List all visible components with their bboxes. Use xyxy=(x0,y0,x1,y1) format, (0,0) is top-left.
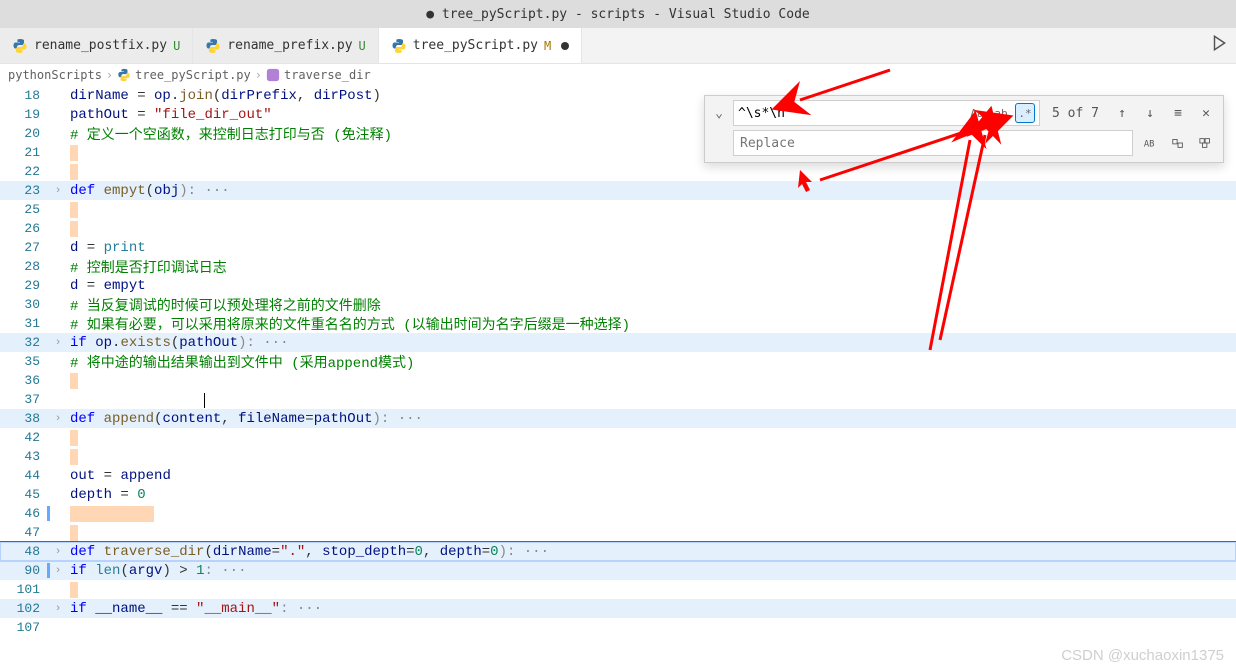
next-match-icon[interactable]: ↓ xyxy=(1139,102,1161,124)
search-match xyxy=(70,164,78,180)
search-match xyxy=(70,430,78,446)
line-number: 42 xyxy=(0,430,50,445)
editor-tab-2[interactable]: tree_pyScript.py M xyxy=(379,28,582,63)
line-number: 37 xyxy=(0,392,50,407)
close-icon[interactable]: ✕ xyxy=(1195,102,1217,124)
search-match xyxy=(70,145,78,161)
line-number: 31 xyxy=(0,316,50,331)
python-icon xyxy=(117,68,131,82)
svg-text:AB: AB xyxy=(1144,140,1155,150)
search-match xyxy=(70,449,78,465)
python-icon xyxy=(391,38,407,54)
fold-icon[interactable]: › xyxy=(50,565,66,577)
previous-match-icon[interactable]: ↑ xyxy=(1111,102,1133,124)
line-number: 38 xyxy=(0,411,50,426)
breadcrumb-file[interactable]: tree_pyScript.py xyxy=(135,68,251,82)
vcs-badge: U xyxy=(359,39,366,53)
replace-one-icon[interactable] xyxy=(1167,132,1189,154)
line-number: 102 xyxy=(0,601,50,616)
line-number: 48 xyxy=(0,544,50,559)
line-number: 47 xyxy=(0,525,50,540)
run-icon[interactable] xyxy=(1210,34,1228,52)
python-icon xyxy=(205,38,221,54)
match-count: 5 of 7 xyxy=(1046,106,1105,121)
line-number: 90 xyxy=(0,563,50,578)
line-number: 22 xyxy=(0,164,50,179)
line-number: 25 xyxy=(0,202,50,217)
line-number: 107 xyxy=(0,620,50,635)
fold-icon[interactable]: › xyxy=(50,185,66,197)
line-number: 44 xyxy=(0,468,50,483)
line-number: 20 xyxy=(0,126,50,141)
line-number: 19 xyxy=(0,107,50,122)
search-match xyxy=(70,525,78,541)
search-input-wrapper: Aa ab .* xyxy=(733,100,1040,126)
tab-label: rename_postfix.py xyxy=(34,38,167,53)
fold-icon[interactable]: › xyxy=(50,546,66,558)
tab-label: rename_prefix.py xyxy=(227,38,352,53)
line-number: 101 xyxy=(0,582,50,597)
watermark: CSDN @xuchaoxin1375 xyxy=(1061,647,1224,664)
line-number: 23 xyxy=(0,183,50,198)
replace-all-icon[interactable] xyxy=(1195,132,1217,154)
line-number: 35 xyxy=(0,354,50,369)
editor-tabbar: rename_postfix.py U rename_prefix.py U t… xyxy=(0,28,1236,64)
search-match xyxy=(70,373,78,389)
find-replace-widget: ⌄ Aa ab .* 5 of 7 ↑ ↓ ≡ ✕ AB xyxy=(704,95,1224,163)
editor-area[interactable]: 18dirName = op.join(dirPrefix, dirPost) … xyxy=(0,86,1236,637)
window-titlebar: ● tree_pyScript.py - scripts - Visual St… xyxy=(0,0,1236,28)
search-input[interactable] xyxy=(738,106,963,121)
breadcrumb-symbol[interactable]: traverse_dir xyxy=(284,68,371,82)
line-number: 45 xyxy=(0,487,50,502)
vcs-badge: U xyxy=(173,39,180,53)
breadcrumb[interactable]: pythonScripts › tree_pyScript.py › trave… xyxy=(0,64,1236,86)
line-number: 29 xyxy=(0,278,50,293)
window-title: ● tree_pyScript.py - scripts - Visual St… xyxy=(426,7,810,22)
fold-icon[interactable]: › xyxy=(50,413,66,425)
find-in-selection-icon[interactable]: ≡ xyxy=(1167,102,1189,124)
python-icon xyxy=(12,38,28,54)
line-number: 46 xyxy=(0,506,50,521)
regex-toggle[interactable]: .* xyxy=(1015,103,1035,123)
toggle-replace-icon[interactable]: ⌄ xyxy=(711,106,727,121)
preserve-case-icon[interactable]: AB xyxy=(1139,132,1161,154)
editor-tab-0[interactable]: rename_postfix.py U xyxy=(0,28,193,63)
match-case-toggle[interactable]: Aa xyxy=(967,103,987,123)
function-icon xyxy=(266,68,280,82)
text-cursor-icon xyxy=(204,393,205,408)
editor-tab-1[interactable]: rename_prefix.py U xyxy=(193,28,378,63)
line-number: 21 xyxy=(0,145,50,160)
line-number: 18 xyxy=(0,88,50,103)
search-match xyxy=(70,582,78,598)
vcs-badge: M xyxy=(544,39,551,53)
fold-icon[interactable]: › xyxy=(50,603,66,615)
whole-word-toggle[interactable]: ab xyxy=(991,103,1011,123)
line-number: 28 xyxy=(0,259,50,274)
chevron-right-icon: › xyxy=(106,68,113,82)
chevron-right-icon: › xyxy=(255,68,262,82)
line-number: 27 xyxy=(0,240,50,255)
breadcrumb-folder[interactable]: pythonScripts xyxy=(8,68,102,82)
dirty-indicator-icon xyxy=(561,42,569,50)
line-number: 32 xyxy=(0,335,50,350)
replace-input[interactable] xyxy=(733,130,1133,156)
line-number: 26 xyxy=(0,221,50,236)
line-number: 30 xyxy=(0,297,50,312)
line-number: 43 xyxy=(0,449,50,464)
search-match xyxy=(70,506,154,522)
tab-label: tree_pyScript.py xyxy=(413,38,538,53)
fold-icon[interactable]: › xyxy=(50,337,66,349)
search-match xyxy=(70,202,78,218)
line-number: 36 xyxy=(0,373,50,388)
search-match xyxy=(70,221,78,237)
